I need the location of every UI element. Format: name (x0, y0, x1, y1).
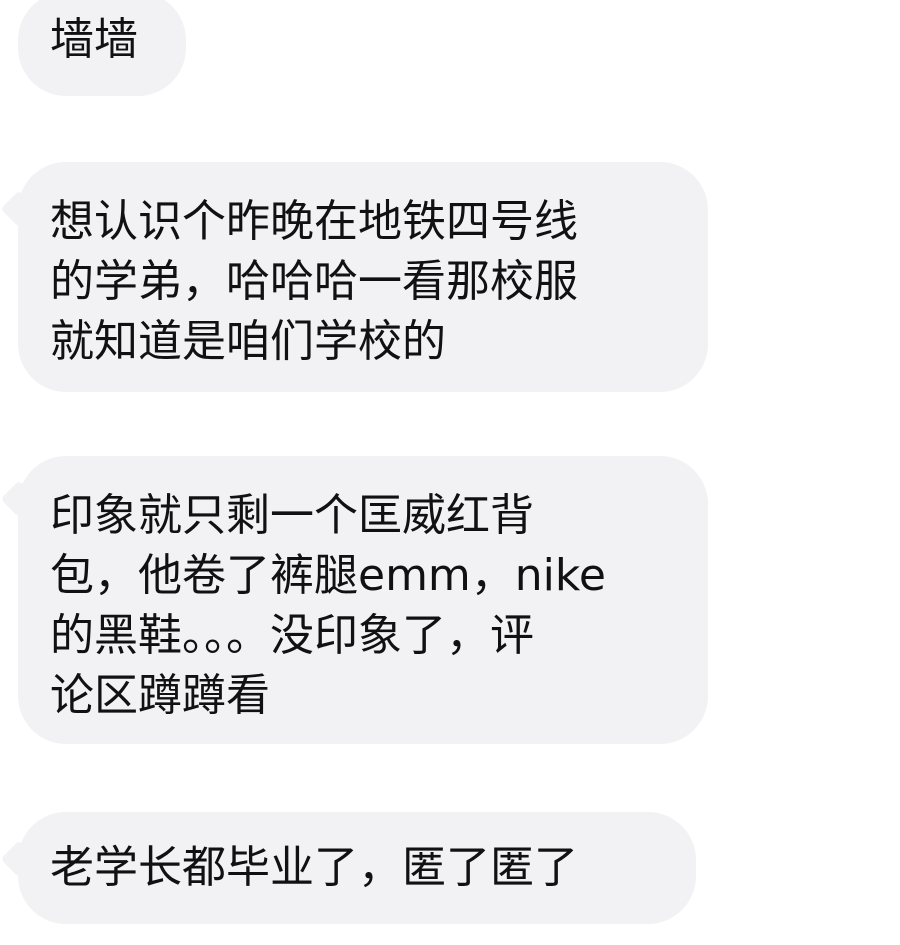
message-text-line: 印象就只剩一个匡威红背 (50, 490, 534, 541)
message-text-line: 墙墙 (50, 14, 138, 65)
message-text-line: 的学弟，哈哈哈一看那校服 (50, 256, 578, 307)
message-text-line: 的黑鞋。。。没印象了，评 (50, 610, 534, 661)
message-text-line: 包，他卷了裤腿emm，nike (50, 550, 606, 601)
message-bubble[interactable]: 墙墙 (18, 0, 186, 96)
message-text-line: 老学长都毕业了，匿了匿了 (50, 842, 578, 893)
message-bubble[interactable]: 印象就只剩一个匡威红背 包，他卷了裤腿emm，nike 的黑鞋。。。没印象了，评… (18, 456, 708, 744)
message-text-line: 论区蹲蹲看 (50, 670, 270, 721)
message-bubble[interactable]: 老学长都毕业了，匿了匿了 (18, 812, 696, 924)
message-text-line: 就知道是咱们学校的 (50, 316, 446, 367)
message-bubble[interactable]: 想认识个昨晚在地铁四号线 的学弟，哈哈哈一看那校服 就知道是咱们学校的 (18, 162, 708, 392)
message-text-line: 想认识个昨晚在地铁四号线 (50, 196, 578, 247)
